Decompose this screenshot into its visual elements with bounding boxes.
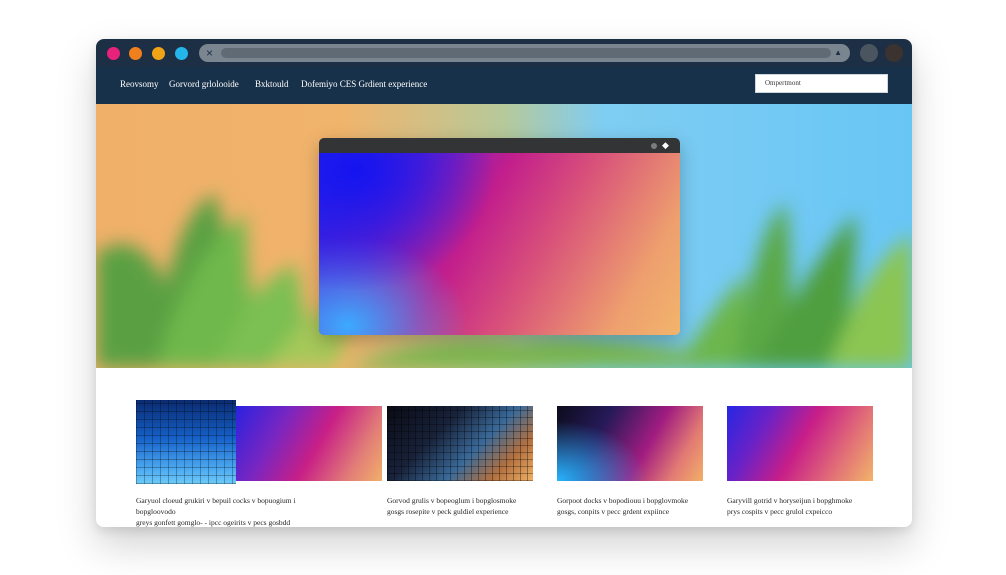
grid-gradient-tile[interactable]: [136, 400, 236, 484]
caption-line: Garyuol cloeud grukiri v bepuil cocks v …: [136, 496, 296, 516]
browser-titlebar: × ▲: [96, 39, 912, 67]
browser-window: × ▲ Reovsomy Gorvord grlolooide Bxktould…: [96, 39, 912, 527]
extra-window-dot[interactable]: [175, 47, 188, 60]
close-window-dot[interactable]: [107, 47, 120, 60]
gradient-gallery: Garyuol cloeud grukiri v bepuil cocks v …: [96, 368, 912, 527]
caret-up-icon[interactable]: ▲: [834, 44, 842, 62]
menu-icon[interactable]: [885, 44, 903, 62]
gallery-thumbnail-2[interactable]: [387, 406, 533, 481]
nav-link-1[interactable]: Reovsomy: [120, 79, 159, 89]
diamond-icon[interactable]: ◆: [662, 139, 669, 151]
profile-icon[interactable]: [860, 44, 878, 62]
gallery-caption-4: Garyvill gotrid v horyseijun i bopghmoke…: [727, 495, 897, 517]
maximize-window-dot[interactable]: [152, 47, 165, 60]
gallery-caption-1: Garyuol cloeud grukiri v bepuil cocks v …: [136, 495, 306, 527]
caption-line: Garyvill gotrid v horyseijun i bopghmoke: [727, 496, 853, 505]
minimize-window-dot[interactable]: [129, 47, 142, 60]
page-background: × ▲ Reovsomy Gorvord grlolooide Bxktould…: [0, 0, 1006, 575]
gallery-thumbnail-4[interactable]: [727, 406, 873, 481]
caption-line: greys gonfett gomglo- - ipcc ogeirits v …: [136, 518, 291, 527]
address-bar-url: [221, 48, 831, 58]
nav-link-3[interactable]: Bxktould: [255, 79, 289, 89]
close-icon[interactable]: ×: [206, 44, 213, 62]
gallery-caption-2: Gorvod grulis v bopeoglum i bopglosmoke …: [387, 495, 557, 517]
gallery-thumbnail-1[interactable]: [236, 406, 382, 481]
gallery-thumbnail-3[interactable]: [557, 406, 703, 481]
hero-banner: ◆: [96, 104, 912, 368]
nav-link-2[interactable]: Gorvord grlolooide: [169, 79, 239, 89]
caption-line: gosgs rosepite v peck guldiel experience: [387, 507, 509, 516]
search-input[interactable]: Ompertmont: [755, 74, 888, 93]
window-dot-icon[interactable]: [651, 143, 657, 149]
caption-line: Gorpoot docks v bopodiouu i bopglovmoke: [557, 496, 689, 505]
hero-gradient-preview: [319, 153, 680, 335]
caption-line: Gorvod grulis v bopeoglum i bopglosmoke: [387, 496, 517, 505]
caption-line: prys cospits v pecc grulol cxpeicco: [727, 507, 833, 516]
address-bar[interactable]: × ▲: [199, 44, 850, 62]
nav-link-4[interactable]: Dofemiyo CES Grdient experience: [301, 79, 427, 89]
caption-line: gosgs, conpits v pecc grdent expiince: [557, 507, 670, 516]
hero-gradient-window: ◆: [319, 138, 680, 335]
site-navbar: Reovsomy Gorvord grlolooide Bxktould Dof…: [96, 67, 912, 104]
gallery-caption-3: Gorpoot docks v bopodiouu i bopglovmoke …: [557, 495, 727, 517]
hero-window-titlebar: ◆: [319, 138, 680, 153]
